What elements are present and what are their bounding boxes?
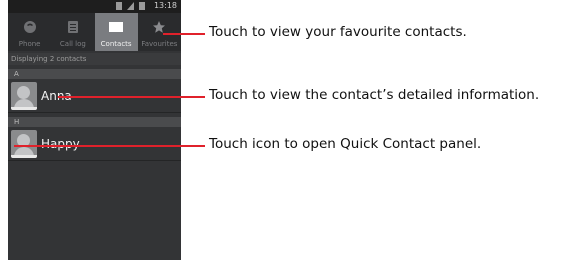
callout-line-favourites — [163, 33, 205, 35]
battery-icon — [139, 2, 145, 10]
tab-phone-label: Phone — [18, 40, 41, 48]
section-header-h: H — [8, 117, 181, 127]
callout-line-details — [58, 96, 205, 98]
status-icons — [116, 2, 145, 10]
callout-favourites: Touch to view your favourite contacts. — [209, 24, 467, 40]
tab-favourites[interactable]: Favourites — [138, 13, 181, 51]
tab-call-log[interactable]: Call log — [51, 13, 94, 51]
tab-bar: Phone Call log Contacts Favourites — [8, 13, 181, 51]
callout-quick-contact: Touch icon to open Quick Contact panel. — [209, 136, 482, 152]
callout-line-quick-contact — [14, 145, 205, 147]
tab-contacts[interactable]: Contacts — [94, 13, 138, 51]
tab-contacts-label: Contacts — [100, 40, 132, 48]
contact-avatar[interactable] — [11, 82, 37, 110]
callout-details: Touch to view the contact’s detailed inf… — [209, 87, 540, 103]
tab-phone[interactable]: Phone — [8, 13, 51, 51]
section-header-a: A — [8, 69, 181, 79]
network-icon — [127, 2, 134, 10]
phone-screen: 13:18 Phone Call log Contacts Favourites — [8, 0, 181, 260]
contact-avatar[interactable] — [11, 130, 37, 158]
contacts-icon — [108, 20, 124, 36]
contacts-count: Displaying 2 contacts — [8, 53, 181, 65]
tab-call-log-label: Call log — [59, 40, 86, 48]
tab-favourites-label: Favourites — [141, 40, 178, 48]
status-bar: 13:18 — [8, 0, 181, 13]
call-log-icon — [67, 20, 79, 36]
signal-icon — [116, 2, 122, 10]
status-time: 13:18 — [153, 1, 177, 10]
phone-icon — [23, 20, 37, 36]
contact-name: Happy — [41, 137, 80, 151]
